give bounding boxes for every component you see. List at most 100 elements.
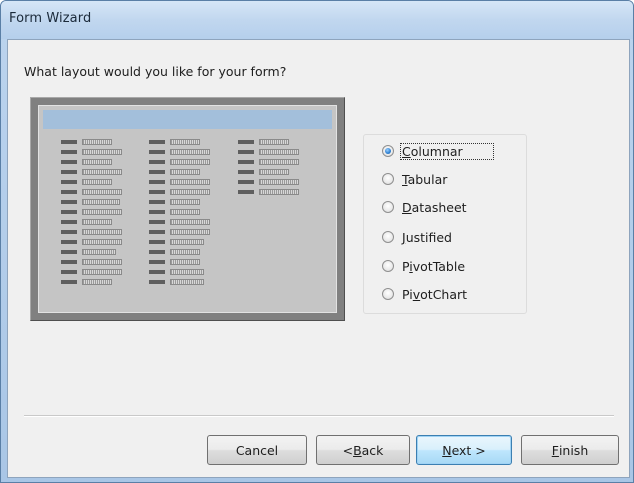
- preview-field-box: [82, 229, 122, 235]
- layout-preview: [30, 97, 345, 321]
- preview-field-box: [82, 209, 122, 215]
- preview-field-box: [259, 149, 299, 155]
- preview-field-label: [61, 260, 77, 264]
- preview-field-box: [170, 239, 204, 245]
- radio-button-icon[interactable]: [382, 173, 394, 185]
- radio-pivottable[interactable]: PivotTable: [382, 256, 467, 276]
- preview-field-box: [259, 189, 299, 195]
- preview-field-label: [61, 170, 77, 174]
- preview-field-label: [149, 200, 165, 204]
- preview-field-box: [82, 259, 122, 265]
- preview-field-box: [170, 199, 200, 205]
- preview-field-box: [170, 249, 200, 255]
- preview-field-label: [238, 170, 254, 174]
- preview-field-box: [170, 159, 210, 165]
- preview-field-box: [82, 169, 122, 175]
- window-title: Form Wizard: [9, 11, 92, 26]
- preview-field-box: [82, 179, 112, 185]
- preview-field-label: [61, 250, 77, 254]
- layout-preview-canvas: [38, 105, 337, 313]
- preview-field-label: [238, 190, 254, 194]
- preview-field-box: [82, 139, 112, 145]
- next-button[interactable]: Next >: [416, 435, 512, 465]
- preview-field-box: [82, 279, 112, 285]
- radio-datasheet[interactable]: Datasheet: [382, 197, 469, 217]
- preview-field-label: [61, 270, 77, 274]
- finish-button[interactable]: Finish: [521, 435, 619, 465]
- preview-field-label: [61, 140, 77, 144]
- preview-field-box: [259, 159, 299, 165]
- preview-field-label: [149, 150, 165, 154]
- preview-field-box: [170, 229, 210, 235]
- option-label-columnar[interactable]: Columnar: [400, 142, 494, 160]
- radio-button-icon[interactable]: [382, 201, 394, 213]
- preview-field-label: [61, 280, 77, 284]
- preview-field-label: [238, 140, 254, 144]
- preview-field-box: [170, 219, 210, 225]
- preview-field-box: [82, 219, 112, 225]
- preview-field-label: [149, 160, 165, 164]
- option-label-datasheet[interactable]: Datasheet: [400, 199, 469, 216]
- preview-form-header: [43, 110, 332, 129]
- preview-field-box: [82, 149, 122, 155]
- preview-field-label: [149, 220, 165, 224]
- preview-field-label: [61, 230, 77, 234]
- preview-field-label: [61, 180, 77, 184]
- preview-field-box: [170, 149, 210, 155]
- preview-field-label: [149, 230, 165, 234]
- preview-field-label: [149, 210, 165, 214]
- preview-field-box: [82, 159, 112, 165]
- button-separator: [24, 415, 614, 417]
- preview-field-label: [149, 180, 165, 184]
- preview-field-box: [82, 199, 120, 205]
- preview-field-box: [170, 209, 200, 215]
- radio-justified[interactable]: Justified: [382, 227, 454, 247]
- option-label-tabular[interactable]: Tabular: [400, 171, 449, 188]
- preview-field-label: [61, 220, 77, 224]
- preview-field-box: [170, 169, 200, 175]
- preview-field-box: [170, 279, 204, 285]
- preview-field-label: [61, 160, 77, 164]
- option-label-pivottable[interactable]: PivotTable: [400, 258, 467, 275]
- title-bar[interactable]: Form Wizard: [1, 1, 633, 39]
- option-label-justified[interactable]: Justified: [400, 229, 454, 246]
- preview-field-box: [170, 179, 210, 185]
- preview-field-label: [149, 280, 165, 284]
- preview-field-box: [170, 189, 210, 195]
- layout-options-group: Columnar Tabular Datasheet Justified Piv…: [363, 134, 527, 314]
- preview-field-label: [238, 180, 254, 184]
- preview-field-label: [149, 190, 165, 194]
- preview-field-label: [149, 140, 165, 144]
- preview-field-label: [149, 250, 165, 254]
- layout-question: What layout would you like for your form…: [24, 64, 287, 79]
- preview-field-label: [149, 170, 165, 174]
- option-label-pivotchart[interactable]: PivotChart: [400, 286, 469, 303]
- preview-field-box: [82, 239, 122, 245]
- cancel-button[interactable]: Cancel: [207, 435, 307, 465]
- radio-button-icon[interactable]: [382, 231, 394, 243]
- preview-field-label: [61, 240, 77, 244]
- preview-field-label: [149, 270, 165, 274]
- radio-columnar[interactable]: Columnar: [382, 141, 494, 161]
- preview-field-box: [82, 249, 116, 255]
- radio-button-icon[interactable]: [382, 260, 394, 272]
- preview-field-box: [170, 269, 204, 275]
- preview-field-box: [259, 169, 289, 175]
- preview-field-box: [170, 259, 200, 265]
- preview-field-box: [82, 269, 122, 275]
- preview-field-label: [61, 190, 77, 194]
- preview-field-box: [82, 189, 122, 195]
- preview-field-box: [170, 139, 200, 145]
- preview-field-box: [259, 179, 299, 185]
- radio-tabular[interactable]: Tabular: [382, 169, 449, 189]
- preview-field-label: [149, 260, 165, 264]
- preview-field-label: [61, 200, 77, 204]
- preview-field-box: [259, 139, 289, 145]
- radio-pivotchart[interactable]: PivotChart: [382, 284, 469, 304]
- preview-field-label: [61, 210, 77, 214]
- radio-button-checked-icon[interactable]: [382, 145, 394, 157]
- preview-field-label: [61, 150, 77, 154]
- back-button[interactable]: < Back: [316, 435, 410, 465]
- preview-field-label: [238, 160, 254, 164]
- radio-button-icon[interactable]: [382, 288, 394, 300]
